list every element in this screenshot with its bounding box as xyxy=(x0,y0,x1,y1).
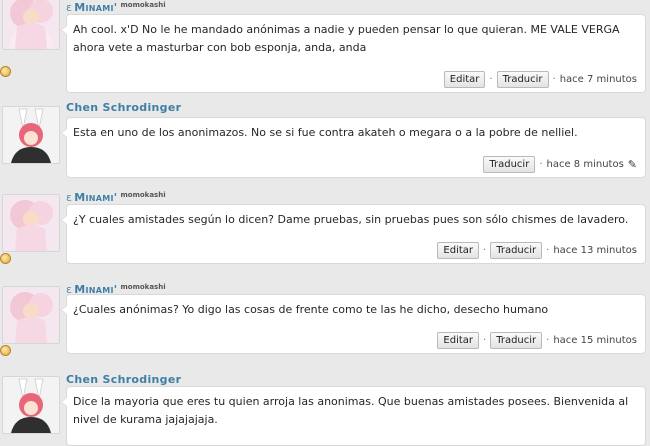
user-avatar-minami[interactable] xyxy=(2,0,60,50)
comment-author[interactable]: Chen Schrodinger xyxy=(66,373,181,386)
comment-time: hace 13 minutos xyxy=(553,245,637,256)
achievement-badge-icon xyxy=(0,253,11,264)
comment-bubble: Ah cool. x'D No le he mandado anónimas a… xyxy=(61,14,646,93)
achievement-badge-icon xyxy=(0,66,11,77)
comment-text: Esta en uno de los anonimazos. No se si … xyxy=(73,126,578,139)
author-tag: momokashi xyxy=(120,1,166,9)
comment-actions: Editar · Traducir · hace 13 minutos xyxy=(437,242,637,259)
comment-time: hace 15 minutos xyxy=(553,335,637,346)
comment-feed: ε Minami' momokashi Ah cool. x'D No le he … xyxy=(0,0,650,446)
edit-button[interactable]: Editar xyxy=(437,332,480,349)
comment-text: ¿Cuales anónimas? Yo digo las cosas de f… xyxy=(73,303,549,316)
avatar-image xyxy=(3,0,59,49)
comment-text: Dice la mayoria que eres tu quien arroja… xyxy=(73,395,629,426)
comment-bubble: Esta en uno de los anonimazos. No se si … xyxy=(61,117,646,178)
translate-button[interactable]: Traducir xyxy=(496,71,549,88)
comment-time: hace 7 minutos xyxy=(559,74,637,85)
separator: · xyxy=(546,335,550,346)
comment-bubble: ¿Y cuales amistades según lo dicen? Dame… xyxy=(61,204,646,264)
translate-button[interactable]: Traducir xyxy=(483,156,536,173)
avatar-image xyxy=(3,195,59,251)
author-tag: momokashi xyxy=(120,283,166,291)
comment-author[interactable]: ε Minami' momokashi xyxy=(66,1,166,14)
comment-item: Chen Schrodinger Dice la mayoria que ere… xyxy=(0,372,650,446)
achievement-badge-icon xyxy=(0,345,11,356)
comment-actions: Traducir · hace 8 minutos ✎ xyxy=(483,156,637,173)
edit-button[interactable]: Editar xyxy=(443,71,486,88)
comment-author[interactable]: Chen Schrodinger xyxy=(66,101,181,114)
user-avatar-minami[interactable] xyxy=(2,194,60,252)
comment-item: Chen Schrodinger Esta en uno de los anon… xyxy=(0,100,650,180)
comment-bubble: ¿Cuales anónimas? Yo digo las cosas de f… xyxy=(61,294,646,354)
comment-actions: Editar · Traducir · hace 15 minutos xyxy=(437,332,637,349)
edit-button[interactable]: Editar xyxy=(437,242,480,259)
separator: · xyxy=(539,159,543,170)
translate-button[interactable]: Traducir xyxy=(490,242,543,259)
username-prefix-icon: ε xyxy=(66,1,73,14)
author-tag: momokashi xyxy=(120,191,166,199)
avatar-image xyxy=(3,377,59,433)
separator: · xyxy=(552,74,556,85)
separator: · xyxy=(483,335,487,346)
separator: · xyxy=(489,74,493,85)
comment-actions: Editar · Traducir · hace 7 minutos xyxy=(443,71,637,88)
comment-bubble: Dice la mayoria que eres tu quien arroja… xyxy=(61,386,646,446)
separator: · xyxy=(546,245,550,256)
user-avatar-chen[interactable] xyxy=(2,376,60,434)
comment-text: Ah cool. x'D No le he mandado anónimas a… xyxy=(73,23,620,54)
comment-item: ε Minami' momokashi Ah cool. x'D No le he … xyxy=(0,0,650,93)
pencil-icon[interactable]: ✎ xyxy=(628,158,637,171)
avatar-image xyxy=(3,287,59,343)
avatar-image xyxy=(3,107,59,163)
username-prefix-icon: ε xyxy=(66,191,73,204)
comment-item: ε Minami' momokashi ¿Cuales anónimas? Yo d… xyxy=(0,282,650,362)
translate-button[interactable]: Traducir xyxy=(490,332,543,349)
comment-item: ε Minami' momokashi ¿Y cuales amistades se… xyxy=(0,190,650,270)
user-avatar-minami[interactable] xyxy=(2,286,60,344)
comment-text: ¿Y cuales amistades según lo dicen? Dame… xyxy=(73,213,629,226)
user-avatar-chen[interactable] xyxy=(2,106,60,164)
comment-author[interactable]: ε Minami' momokashi xyxy=(66,191,166,204)
separator: · xyxy=(483,245,487,256)
comment-time: hace 8 minutos xyxy=(546,159,624,170)
